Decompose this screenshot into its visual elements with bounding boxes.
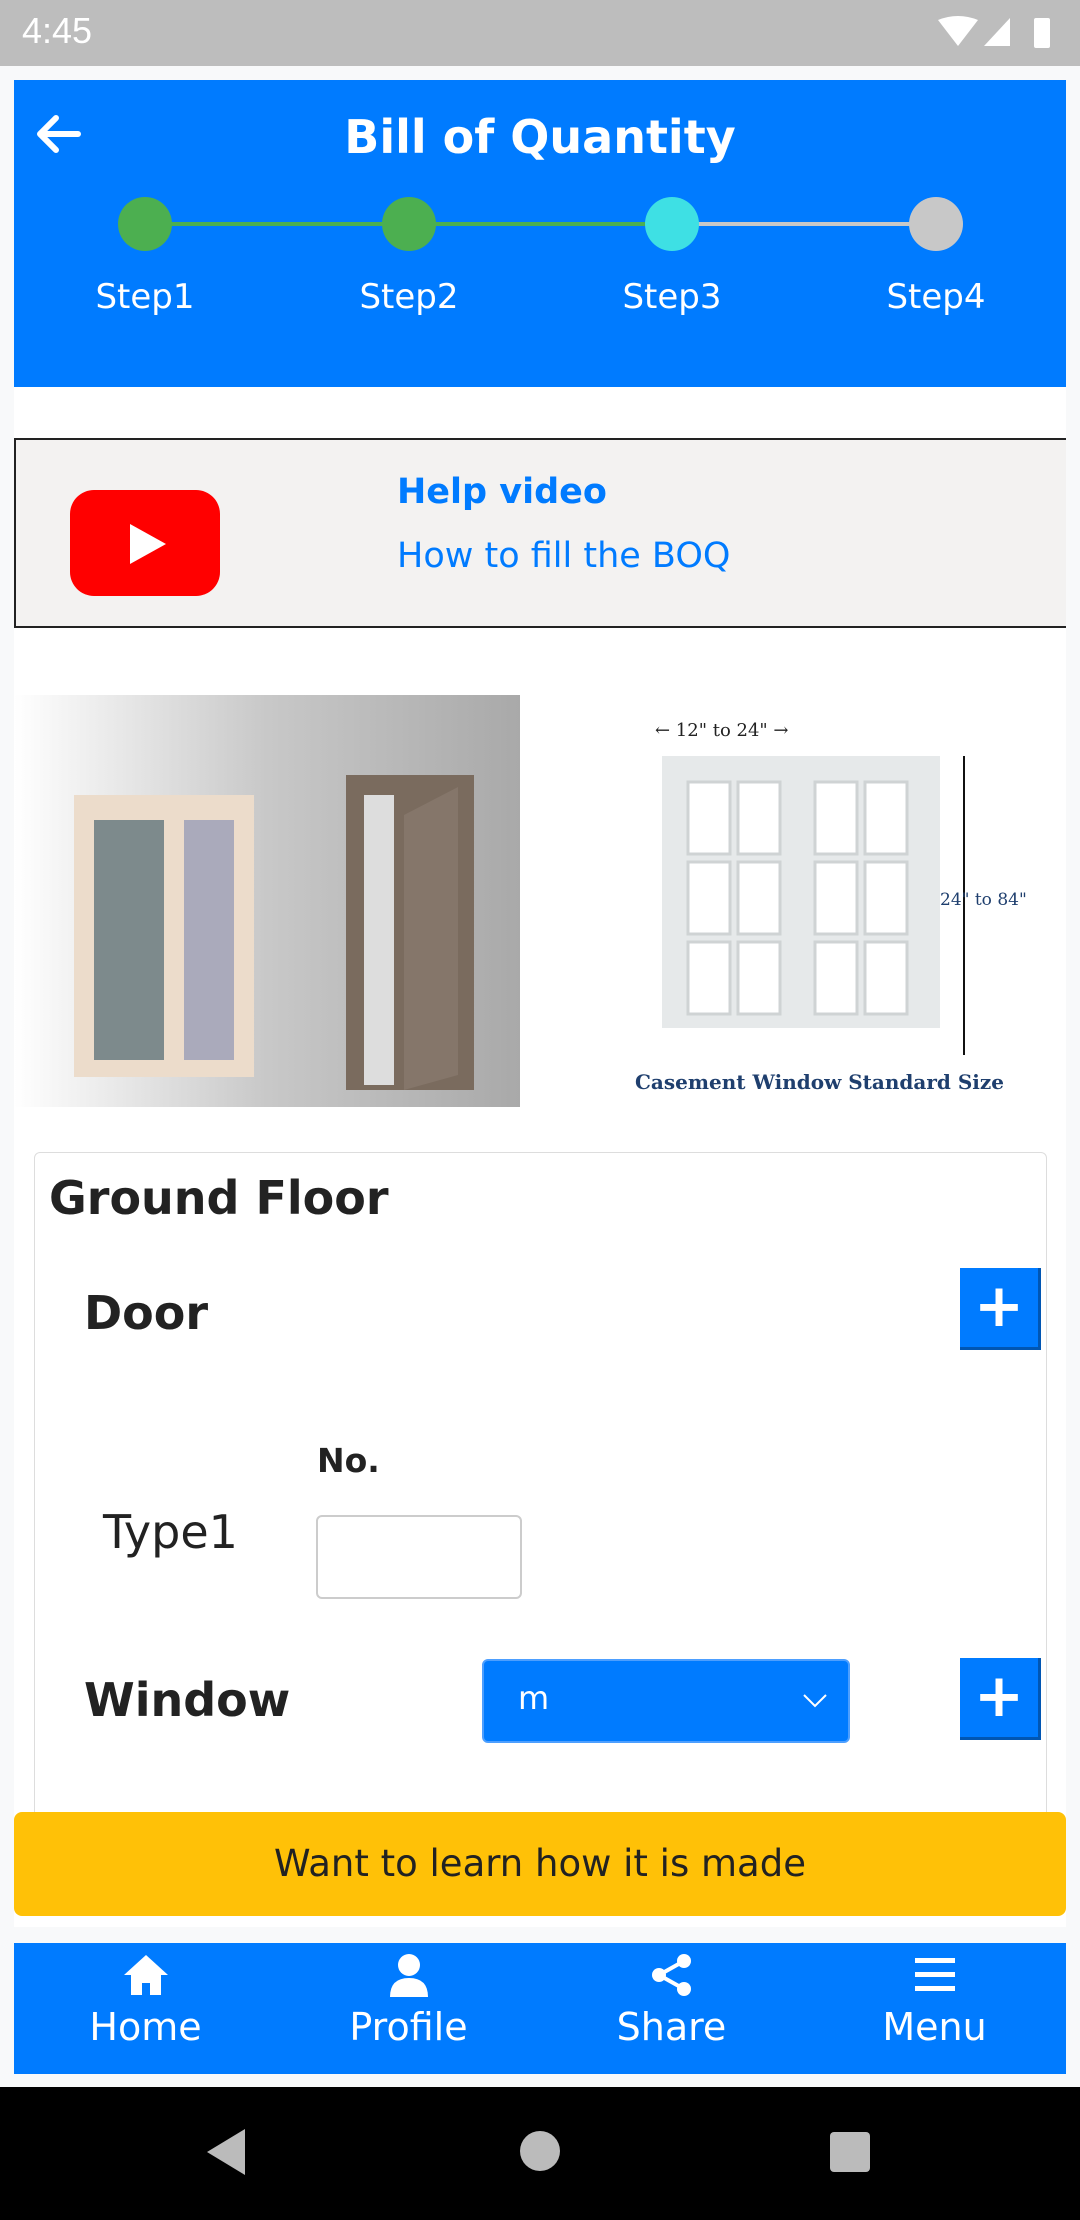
floor-card: Ground Floor Door + No. Type1 Window m + (34, 1152, 1047, 1822)
door-count-input[interactable] (316, 1515, 522, 1599)
step2-dot[interactable] (382, 197, 436, 251)
chevron-down-icon (803, 1694, 827, 1708)
nav-share-label: Share (616, 2005, 727, 2049)
help-video-banner[interactable]: Help video How to fill the BOQ (14, 438, 1066, 628)
no-label: No. (317, 1441, 380, 1480)
page-title: Bill of Quantity (344, 110, 736, 164)
nav-profile[interactable]: Profile (277, 1943, 540, 2074)
learn-how-made-button[interactable]: Want to learn how it is made (14, 1812, 1066, 1916)
signal-icon (984, 18, 1010, 46)
system-nav-bar (0, 2087, 1080, 2220)
casement-height-text: 24" to 84" (940, 890, 1027, 910)
step4-dot[interactable] (909, 197, 963, 251)
back-triangle-icon[interactable] (205, 2127, 249, 2177)
casement-window-image: ← 12" to 24" → 24" to 84" Casement Windo… (635, 720, 1027, 1094)
share-icon (651, 1954, 691, 1996)
nav-profile-label: Profile (349, 2005, 468, 2049)
add-window-button[interactable]: + (960, 1658, 1041, 1740)
help-title: Help video (397, 472, 607, 512)
step1-label: Step1 (95, 277, 195, 317)
menu-icon (914, 1958, 955, 1991)
app-header: Bill of Quantity Step1 Step2 Step3 Step4 (14, 80, 1066, 387)
home-circle-icon[interactable] (519, 2130, 561, 2172)
step3-label: Step3 (622, 277, 722, 317)
window-select[interactable]: m (482, 1659, 850, 1743)
step4-label: Step4 (886, 277, 986, 317)
status-icons (938, 16, 1050, 48)
step2-label: Step2 (359, 277, 459, 317)
step1-dot[interactable] (118, 197, 172, 251)
wifi-icon (938, 16, 978, 46)
status-time: 4:45 (22, 10, 93, 51)
progress-line-pending (672, 222, 936, 226)
nav-home-label: Home (89, 2005, 202, 2049)
sliding-window-door-image (14, 695, 520, 1107)
add-door-button[interactable]: + (960, 1268, 1041, 1350)
window-label: Window (84, 1673, 291, 1727)
bottom-nav: Home Profile Share Menu (14, 1943, 1066, 2074)
nav-menu-label: Menu (882, 2005, 987, 2049)
recents-square-icon[interactable] (829, 2131, 871, 2173)
window-select-value: m (518, 1679, 550, 1717)
nav-share[interactable]: Share (540, 1943, 803, 2074)
type1-label: Type1 (103, 1505, 238, 1559)
nav-menu[interactable]: Menu (803, 1943, 1066, 2074)
youtube-icon[interactable] (70, 490, 220, 596)
door-label: Door (84, 1286, 209, 1340)
casement-caption: Casement Window Standard Size (635, 1070, 1004, 1094)
user-icon (389, 1954, 428, 1997)
home-icon (123, 1955, 168, 1995)
casement-width-text: ← 12" to 24" → (655, 720, 789, 741)
nav-home[interactable]: Home (14, 1943, 277, 2074)
help-link[interactable]: How to fill the BOQ (397, 536, 730, 576)
battery-icon (1034, 18, 1050, 48)
step3-dot[interactable] (645, 197, 699, 251)
status-bar: 4:45 (0, 0, 1080, 66)
floor-title: Ground Floor (49, 1171, 389, 1225)
